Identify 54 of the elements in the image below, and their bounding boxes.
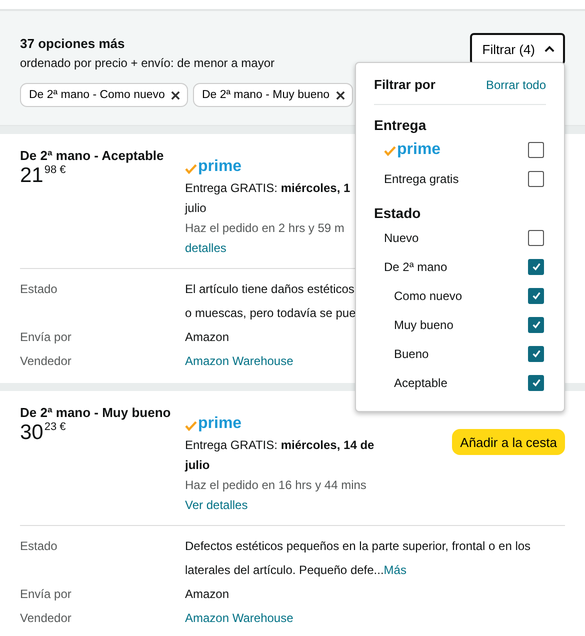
detail-label: Vendedor — [20, 610, 72, 627]
delivery-text: Entrega GRATIS: miércoles, 1 julio — [185, 180, 350, 217]
offer-count: 37 opciones más — [20, 36, 126, 51]
check-icon — [530, 348, 542, 359]
checkbox[interactable] — [528, 374, 544, 390]
check-icon — [530, 290, 542, 301]
price: 30$^{23 €}$ — [20, 421, 67, 445]
add-to-cart-button[interactable]: Añadir a la cesta — [452, 429, 565, 455]
check-icon — [530, 319, 542, 330]
detail-label: Estado — [20, 281, 58, 298]
option-label[interactable]: Como nuevo — [394, 288, 462, 302]
checkbox[interactable] — [528, 316, 544, 332]
prime-logo: prime — [185, 415, 450, 433]
details-link[interactable]: Ver detalles — [185, 495, 248, 515]
option-label[interactable]: Aceptable — [394, 376, 448, 390]
option-label[interactable]: Muy bueno — [394, 318, 454, 332]
seller-link[interactable]: Amazon Warehouse — [185, 354, 294, 368]
detail-value: Amazon — [185, 586, 230, 603]
detail-label: Envía por — [20, 329, 72, 346]
detail-label: Envía por — [20, 586, 72, 603]
detail-label: Estado — [20, 538, 58, 555]
detail-label: Vendedor — [20, 353, 72, 370]
checkbox[interactable] — [528, 288, 544, 304]
delivery-text: Entrega GRATIS: miércoles, 14 de julio — [185, 437, 374, 474]
condition-title: De 2ª mano - Aceptable — [20, 148, 165, 163]
dropdown-title: Filtrar por — [374, 77, 436, 92]
order-deadline: Haz el pedido en 16 hrs y 44 mins — [185, 477, 366, 494]
section-heading: Estado — [374, 205, 422, 221]
condition-title: De 2ª mano - Muy bueno — [20, 405, 172, 420]
filter-chip[interactable]: De 2ª mano - Como nuevo — [20, 83, 188, 107]
more-link[interactable]: Más — [384, 563, 406, 577]
detail-value: Amazon — [185, 329, 230, 346]
option-label[interactable]: Bueno — [394, 346, 429, 360]
details-link[interactable]: detalles — [185, 238, 226, 258]
filter-button[interactable]: Filtrar (4) — [470, 33, 565, 65]
option-label[interactable]: Entrega gratis — [384, 172, 459, 186]
filter-chip[interactable]: De 2ª mano - Muy bueno — [192, 83, 353, 107]
option-label[interactable]: De 2ª mano — [384, 260, 448, 274]
checkbox[interactable] — [528, 170, 544, 186]
order-deadline: Haz el pedido en 2 hrs y 59 m — [185, 220, 344, 237]
price: 21$^{98 €}$ — [20, 164, 67, 188]
checkbox[interactable] — [528, 230, 544, 246]
detail-value: El artículo tiene daños estéticos o muescas, pero todavía se pue — [185, 281, 356, 322]
detail-value: Defectos estéticos pequeños en la parte superior, frontal o en los laterales del artículo. Pequeño defe...Más — [185, 538, 532, 579]
option-label[interactable]: Nuevo — [384, 230, 419, 244]
sort-description: ordenado por precio + envío: de menor a mayor — [20, 56, 274, 70]
check-icon — [530, 377, 542, 388]
checkbox[interactable] — [528, 346, 544, 362]
checkbox[interactable] — [528, 258, 544, 274]
section-heading: Entrega — [374, 117, 428, 133]
check-icon — [530, 261, 542, 272]
seller-link[interactable]: Amazon Warehouse — [185, 611, 294, 625]
clear-all-link[interactable]: Borrar todo — [486, 78, 546, 92]
checkbox[interactable] — [528, 142, 544, 158]
